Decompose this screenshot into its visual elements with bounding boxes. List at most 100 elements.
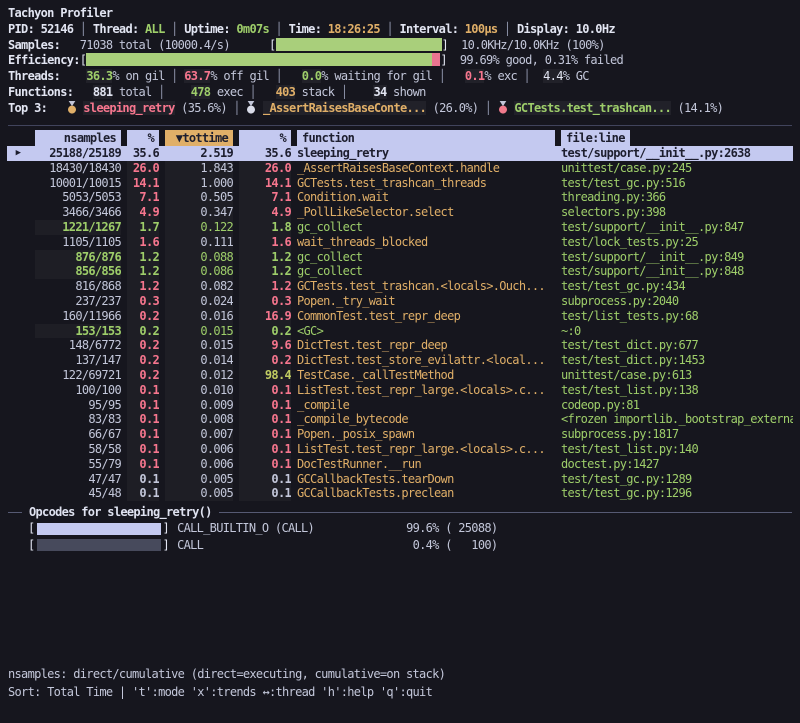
cell-tottime: 0.024 [165,294,233,309]
table-row[interactable]: 18430/1843026.01.84326.0_AssertRaisesBas… [7,161,793,176]
cell-pct2: 16.9 [239,309,291,324]
table-row[interactable]: 237/2370.30.0240.3Popen._try_waitsubproc… [7,294,793,309]
samples-line-segment: 10.0KHz/10.0KHz (100%) [461,38,605,52]
table-row[interactable]: 100/1000.10.0100.1ListTest.test_repr_lar… [7,383,793,398]
cell-tottime: 0.005 [165,472,233,487]
cell-pct1: 0.1 [127,398,159,413]
cell-nsamples: 5053/5053 [35,190,121,205]
cell-nsamples: 100/100 [35,383,121,398]
functions-line-segment [354,85,374,99]
table-row[interactable]: 5053/50537.10.5057.1Condition.waitthread… [7,190,793,205]
cell-file: test/test_dict.py:1453 [561,353,793,368]
gold-medal-icon [67,101,77,114]
table-row[interactable]: 58/580.10.0060.1ListTest.test_repr_large… [7,442,793,457]
cell-nsamples: 1221/1267 [35,220,121,235]
table-row[interactable]: 856/8561.20.0861.2gc_collecttest/support… [7,264,793,279]
table-row[interactable]: 153/1530.20.0150.2<GC>~:0 [7,324,793,339]
table-row[interactable]: 45/480.10.0050.1GCCallbackTests.preclean… [7,486,793,501]
opcode-stat: 99.6% ( 25088) [406,521,497,536]
cell-pct1: 0.2 [127,309,159,324]
column-header-file[interactable]: file:line [561,130,793,146]
cell-pct1: 1.2 [127,279,159,294]
cell-tottime: 1.843 [165,161,233,176]
top3-line-segment: sleeping_retry [83,101,174,115]
threads-line-segment: 0.1 [465,69,485,83]
cell-pct1: 1.2 [127,250,159,265]
cell-function: GCTests.test_trashcan.<locals>.Ouch... [297,279,555,294]
app-title-segment: Tachyon Profiler [8,6,112,20]
cell-function: ListTest.test_repr_large.<locals>.c... [297,383,555,398]
status-line-segment: Interval: [400,22,465,36]
functions-line-segment: Functions: [8,85,80,99]
divider-dash [8,512,22,513]
column-header-pct1[interactable]: % [127,130,159,146]
table-row[interactable]: 122/697210.20.01298.4TestCase._callTestM… [7,368,793,383]
column-header-pct2[interactable]: % [239,130,291,146]
table-row[interactable]: 55/790.10.0060.1DocTestRunner.__rundocte… [7,457,793,472]
table-row[interactable]: 47/470.10.0050.1GCCallbackTests.tearDown… [7,472,793,487]
cell-pct2: 9.6 [239,338,291,353]
status-line-segment: │ [380,22,400,36]
cell-pct2: 0.1 [239,486,291,501]
cell-pct2: 7.1 [239,190,291,205]
row-gutter [7,279,29,294]
cell-nsamples: 58/58 [35,442,121,457]
samples-line-segment: Samples: [8,38,67,52]
threads-line-segment: 63.7 [184,69,210,83]
table-row[interactable]: 876/8761.20.0881.2gc_collecttest/support… [7,250,793,265]
top3-line-segment: (14.1%) [671,101,723,115]
cell-pct1: 0.1 [127,457,159,472]
cell-tottime: 0.006 [165,442,233,457]
table-row[interactable]: 1105/11051.60.1111.6wait_threads_blocked… [7,235,793,250]
function-table[interactable]: nsamples% ▼tottime% function file:line▶2518… [7,130,793,501]
column-header-function[interactable]: function [297,130,555,146]
opcode-name: CALL [169,538,406,553]
cell-tottime: 0.111 [165,235,233,250]
cell-tottime: 0.505 [165,190,233,205]
cell-tottime: 0.086 [165,264,233,279]
table-row[interactable]: 160/119660.20.01616.9CommonTest.test_rep… [7,309,793,324]
table-row[interactable]: ▶25188/2518935.62.51935.6sleeping_retryt… [7,146,793,161]
cell-tottime: 0.016 [165,309,233,324]
cell-pct1: 0.2 [127,353,159,368]
column-header-nsamples[interactable]: nsamples [35,130,121,146]
status-line-segment: │ [73,22,93,36]
status-line-segment: │ [165,22,185,36]
table-row[interactable]: 83/830.10.0080.1_compile_bytecode<frozen… [7,412,793,427]
column-header-label: % [239,130,291,146]
status-line-segment: 100μs [465,22,498,36]
opcode-name: CALL_BUILTIN_O (CALL) [169,521,406,536]
cell-pct2: 26.0 [239,161,291,176]
table-row[interactable]: 148/67720.20.0159.6DictTest.test_repr_de… [7,338,793,353]
top3-line-segment: Top 3: [8,101,54,115]
top3-line-segment: │ [478,101,498,115]
cell-pct2: 0.1 [239,457,291,472]
table-row[interactable]: 137/1470.20.0140.2DictTest.test_store_ev… [7,353,793,368]
cell-file: test/test_gc.py:1296 [561,486,793,501]
top3-line-segment: _AssertRaisesBaseConte... [263,101,426,115]
cell-pct1: 1.2 [127,264,159,279]
cell-pct1: 26.0 [127,161,159,176]
table-row[interactable]: 3466/34664.90.3474.9_PollLikeSelector.se… [7,205,793,220]
table-row[interactable]: 816/8681.20.0821.2GCTests.test_trashcan.… [7,279,793,294]
column-header-tottime[interactable]: ▼tottime [165,130,233,146]
cell-nsamples: 160/11966 [35,309,121,324]
table-row[interactable]: 1221/12671.70.1221.8gc_collecttest/suppo… [7,220,793,235]
cell-pct1: 1.7 [127,220,159,235]
cell-file: test/support/__init__.py:847 [561,220,793,235]
functions-line-segment: 403 [276,85,296,99]
cell-pct2: 4.9 [239,205,291,220]
table-row[interactable]: 95/950.10.0090.1_compilecodeop.py:81 [7,398,793,413]
table-row[interactable]: 10001/1001514.11.00014.1GCTests.test_tra… [7,176,793,191]
cell-file: test/list_tests.py:68 [561,309,793,324]
threads-line-segment: 0.0 [302,69,322,83]
top3-line-segment: (26.0%) [426,101,478,115]
threads-line-segment: │ [165,69,185,83]
cell-tottime: 0.007 [165,427,233,442]
top3-line-segment [256,101,263,115]
cell-function: DocTestRunner.__run [297,457,555,472]
cell-nsamples: 153/153 [35,324,121,339]
cell-function: gc_collect [297,220,555,235]
row-gutter [7,190,29,205]
table-row[interactable]: 66/670.10.0070.1Popen._posix_spawnsubpro… [7,427,793,442]
